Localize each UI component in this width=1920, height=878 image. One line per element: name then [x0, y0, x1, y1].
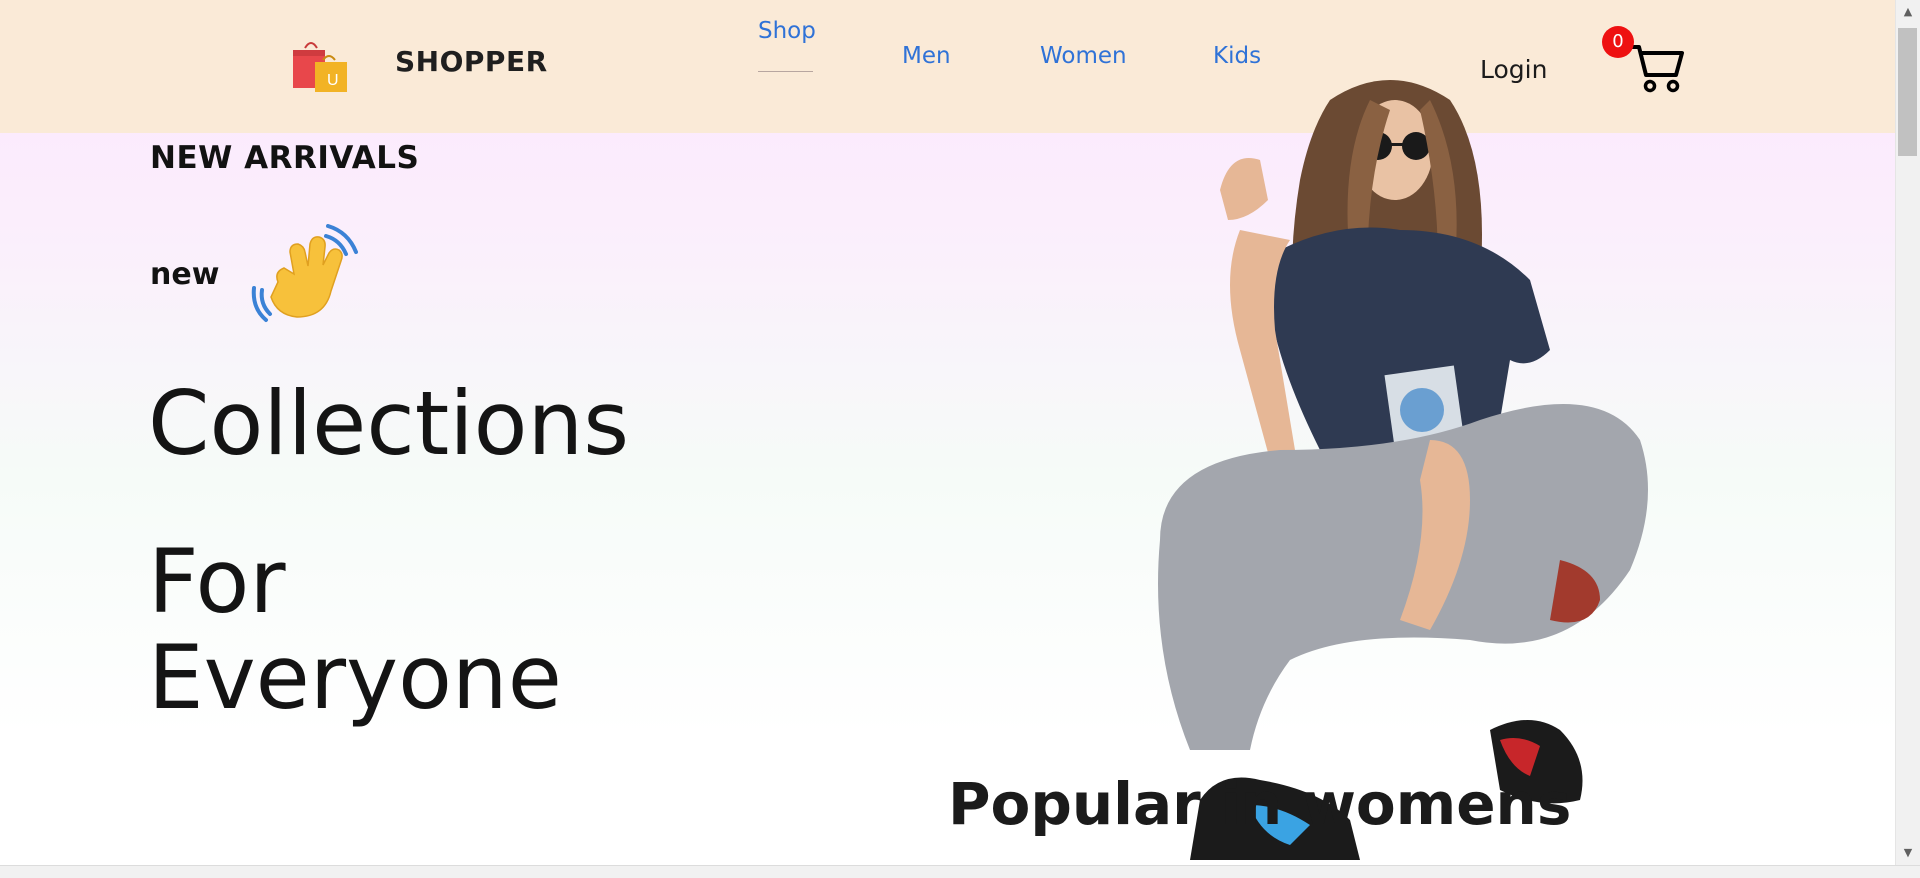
nav-item-shop[interactable]: Shop — [758, 18, 816, 44]
hero-new-label: new — [150, 257, 220, 292]
scroll-up-arrow-icon[interactable]: ▲ — [1900, 4, 1916, 20]
hero-model-image — [1158, 80, 1648, 860]
brand-name[interactable]: SHOPPER — [395, 45, 548, 78]
svg-text:U: U — [327, 72, 339, 89]
shopping-bags-icon[interactable]: U — [291, 38, 349, 96]
vertical-scrollbar-thumb[interactable] — [1898, 28, 1917, 156]
hero-headline-line-1: Collections — [148, 372, 630, 475]
page-viewport: U SHOPPER Shop Men Women Kids Login 0 NE… — [0, 0, 1895, 865]
hero-headline-line-2: For — [148, 530, 286, 633]
hero-headline-line-3: Everyone — [148, 626, 562, 729]
scroll-down-arrow-icon[interactable]: ▼ — [1900, 845, 1916, 861]
active-nav-underline — [758, 71, 813, 72]
section-title-popular: Popular in womens — [948, 770, 1572, 838]
horizontal-scrollbar[interactable] — [0, 865, 1920, 878]
waving-hand-icon — [251, 224, 358, 322]
hero-label: NEW ARRIVALS — [150, 140, 420, 176]
nav-item-women[interactable]: Women — [1040, 43, 1127, 69]
nav-item-men[interactable]: Men — [902, 43, 951, 69]
